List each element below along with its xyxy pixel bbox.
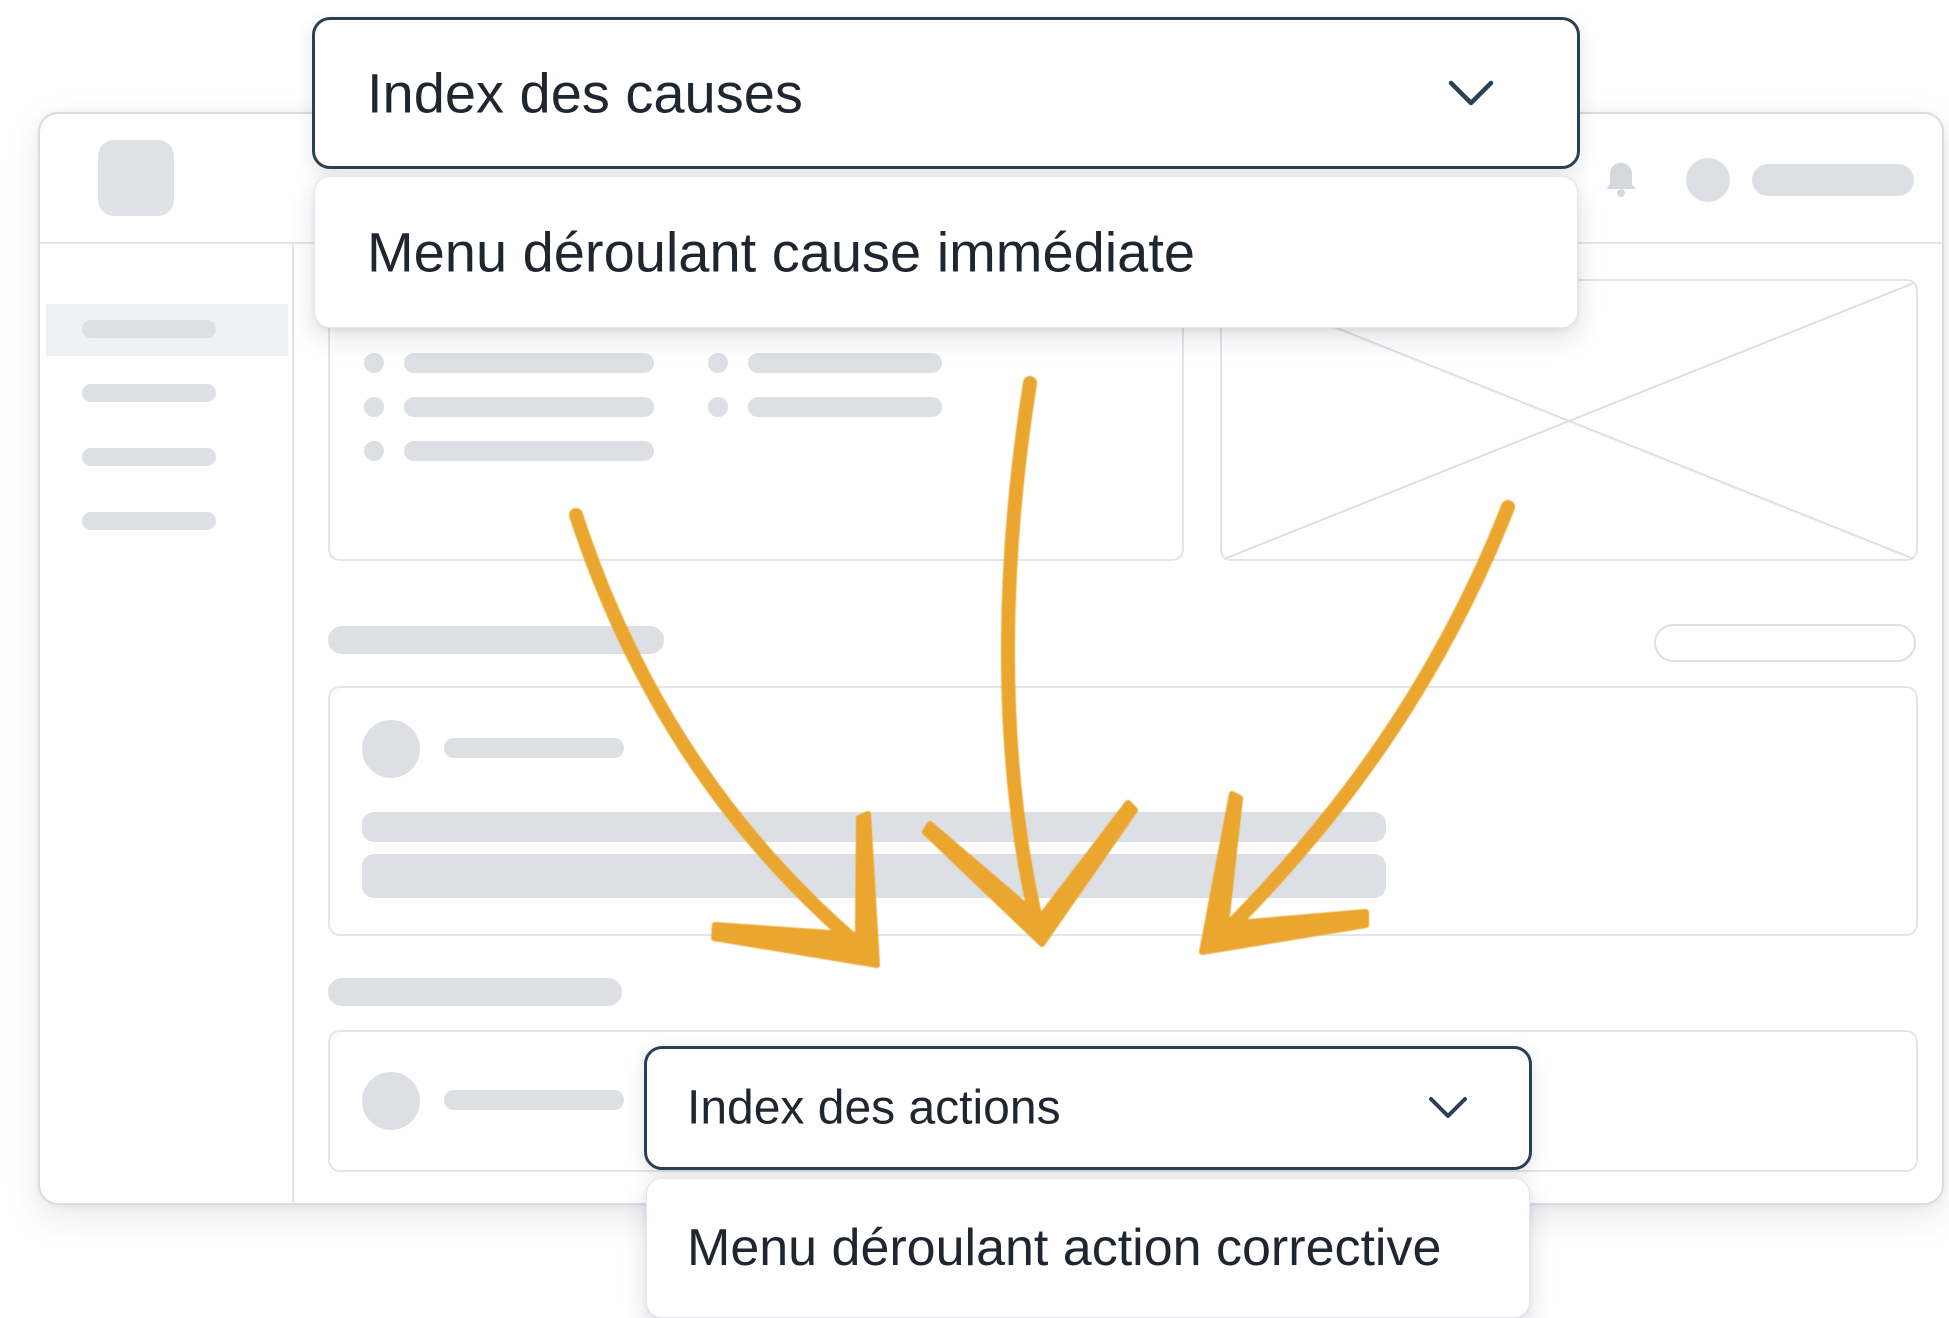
app-logo-placeholder [98,140,174,216]
avatar-placeholder [362,1072,420,1130]
sidebar-item-placeholder[interactable] [82,320,216,338]
content-card-post [328,686,1918,936]
pill-button-placeholder[interactable] [1654,624,1916,662]
list-item-placeholder [404,441,654,461]
username-placeholder [1752,164,1914,196]
menu-item-immediate-cause[interactable]: Menu déroulant cause immédiate [367,220,1195,285]
sidebar [40,244,294,1203]
sidebar-item-placeholder[interactable] [82,448,216,466]
list-bullet [364,397,384,417]
text-line-placeholder [362,854,1386,898]
list-bullet [708,353,728,373]
causes-index-dropdown[interactable]: Index des causes [312,17,1580,169]
list-item-placeholder [404,353,654,373]
causes-dropdown-menu: Menu déroulant cause immédiate [314,176,1578,328]
list-item-placeholder [748,353,942,373]
section-title-placeholder [328,978,622,1006]
author-placeholder [444,1090,624,1110]
avatar[interactable] [1686,158,1730,202]
list-bullet [364,353,384,373]
causes-dropdown-label: Index des causes [367,61,803,125]
bell-icon[interactable] [1600,158,1642,200]
list-item-placeholder [404,397,654,417]
sidebar-item-placeholder[interactable] [82,384,216,402]
menu-item-corrective-action[interactable]: Menu déroulant action corrective [687,1218,1441,1278]
author-placeholder [444,738,624,758]
actions-dropdown-label: Index des actions [687,1081,1061,1135]
actions-index-dropdown[interactable]: Index des actions [644,1046,1532,1170]
text-line-placeholder [362,812,1386,842]
actions-dropdown-menu: Menu déroulant action corrective [646,1178,1530,1318]
list-item-placeholder [748,397,942,417]
list-bullet [708,397,728,417]
chevron-down-icon[interactable] [1427,1095,1469,1121]
list-bullet [364,441,384,461]
avatar-placeholder [362,720,420,778]
chevron-down-icon[interactable] [1447,78,1495,108]
section-title-placeholder [328,626,664,654]
sidebar-item-placeholder[interactable] [82,512,216,530]
